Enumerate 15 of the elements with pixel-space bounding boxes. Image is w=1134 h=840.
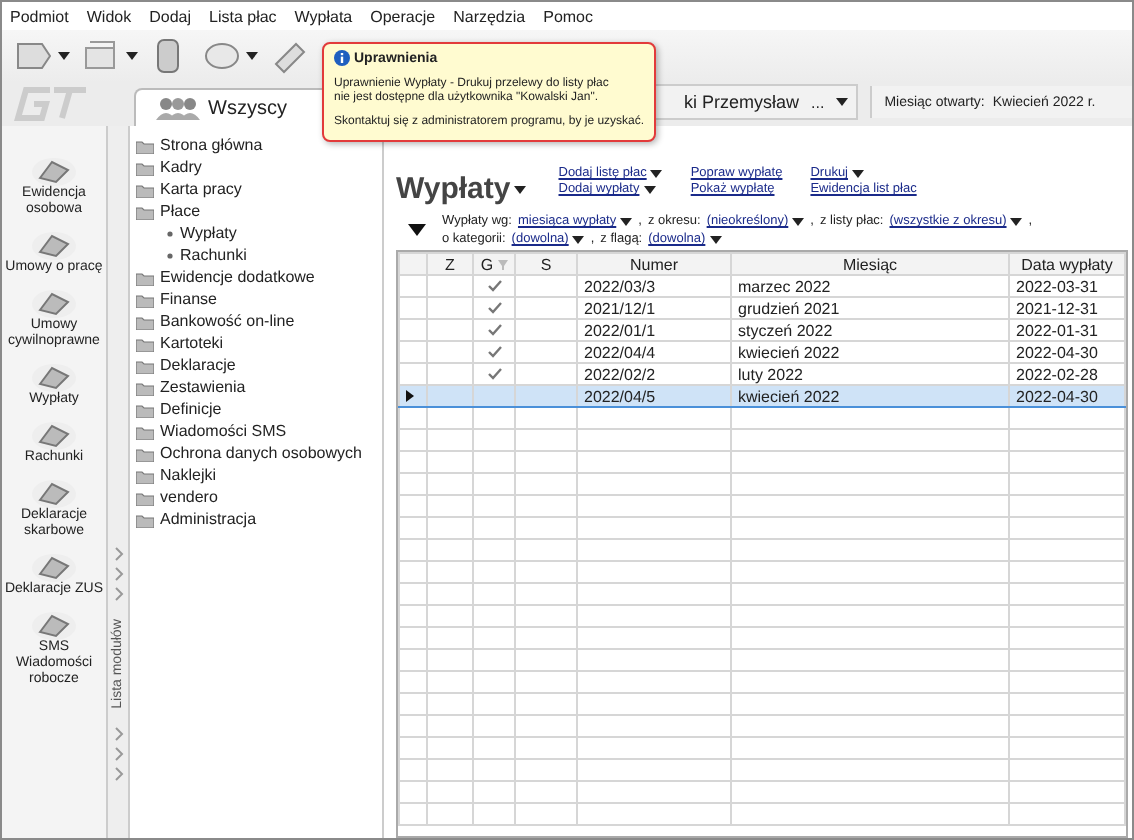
table-cell: kwiecień 2022 bbox=[731, 341, 1009, 363]
table-cell: 2022-01-31 bbox=[1009, 319, 1125, 341]
table-cell: 2022/03/3 bbox=[577, 275, 731, 297]
table-cell: 2021/12/1 bbox=[577, 297, 731, 319]
table-cell: 2021-12-31 bbox=[1009, 297, 1125, 319]
employee-name: ki Przemysław bbox=[684, 92, 800, 112]
table-cell: kwiecień 2022 bbox=[731, 385, 1009, 407]
table-cell: 2022/04/4 bbox=[577, 341, 731, 363]
table-cell: marzec 2022 bbox=[731, 275, 1009, 297]
table-cell: 2022/01/1 bbox=[577, 319, 731, 341]
table-cell: styczeń 2022 bbox=[731, 319, 1009, 341]
table-cell: 2022-03-31 bbox=[1009, 275, 1125, 297]
table-cell: 2022-04-30 bbox=[1009, 341, 1125, 363]
table-cell: grudzień 2021 bbox=[731, 297, 1009, 319]
table-cell: 2022/04/5 bbox=[577, 385, 731, 407]
